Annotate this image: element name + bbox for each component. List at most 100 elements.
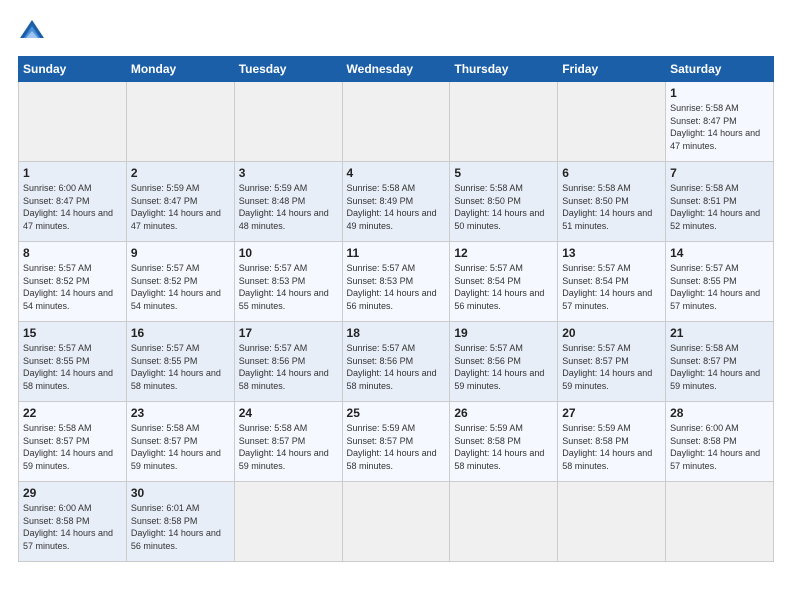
day-cell [234,82,342,162]
day-info: Sunrise: 5:59 AMSunset: 8:48 PMDaylight:… [239,182,338,232]
header-cell-friday: Friday [558,57,666,82]
day-number: 20 [562,326,661,340]
day-info: Sunrise: 5:57 AMSunset: 8:57 PMDaylight:… [562,342,661,392]
week-row-5: 29Sunrise: 6:00 AMSunset: 8:58 PMDayligh… [19,482,774,562]
day-info: Sunrise: 5:58 AMSunset: 8:50 PMDaylight:… [562,182,661,232]
day-number: 27 [562,406,661,420]
day-cell: 22 Sunrise: 5:58 AMSunset: 8:57 PMDayligh… [19,402,127,482]
day-info: Sunrise: 5:57 AMSunset: 8:53 PMDaylight:… [239,262,338,312]
day-cell [450,482,558,562]
day-info: Sunrise: 5:57 AMSunset: 8:54 PMDaylight:… [454,262,553,312]
day-cell: 25Sunrise: 5:59 AMSunset: 8:57 PMDayligh… [342,402,450,482]
day-info: Sunrise: 5:57 AMSunset: 8:52 PMDaylight:… [23,262,122,312]
day-info: Sunrise: 5:59 AMSunset: 8:58 PMDaylight:… [454,422,553,472]
day-cell: 28 Sunrise: 6:00 AMSunset: 8:58 PMDayligh… [666,402,774,482]
day-number: 8 [23,246,122,260]
day-cell: 29Sunrise: 6:00 AMSunset: 8:58 PMDayligh… [19,482,127,562]
week-row-3: 15 Sunrise: 5:57 AMSunset: 8:55 PMDayligh… [19,322,774,402]
day-info: Sunrise: 5:58 AMSunset: 8:47 PMDaylight:… [670,102,769,152]
day-info: Sunrise: 5:58 AMSunset: 8:50 PMDaylight:… [454,182,553,232]
day-number: 21 [670,326,769,340]
day-cell: 10 Sunrise: 5:57 AMSunset: 8:53 PMDayligh… [234,242,342,322]
day-info: Sunrise: 5:58 AMSunset: 8:51 PMDaylight:… [670,182,769,232]
logo [18,18,50,46]
day-number: 15 [23,326,122,340]
day-number: 12 [454,246,553,260]
day-number: 7 [670,166,769,180]
day-info: Sunrise: 5:59 AMSunset: 8:47 PMDaylight:… [131,182,230,232]
day-number: 25 [347,406,446,420]
day-info: Sunrise: 5:58 AMSunset: 8:57 PMDaylight:… [131,422,230,472]
day-info: Sunrise: 5:57 AMSunset: 8:55 PMDaylight:… [23,342,122,392]
header-cell-wednesday: Wednesday [342,57,450,82]
day-cell: 13Sunrise: 5:57 AMSunset: 8:54 PMDayligh… [558,242,666,322]
day-cell: 14 Sunrise: 5:57 AMSunset: 8:55 PMDayligh… [666,242,774,322]
calendar-page: SundayMondayTuesdayWednesdayThursdayFrid… [0,0,792,612]
day-cell: 17 Sunrise: 5:57 AMSunset: 8:56 PMDayligh… [234,322,342,402]
day-number: 26 [454,406,553,420]
day-cell: 15 Sunrise: 5:57 AMSunset: 8:55 PMDayligh… [19,322,127,402]
day-info: Sunrise: 6:00 AMSunset: 8:47 PMDaylight:… [23,182,122,232]
day-info: Sunrise: 6:00 AMSunset: 8:58 PMDaylight:… [670,422,769,472]
day-number: 16 [131,326,230,340]
day-cell: 16 Sunrise: 5:57 AMSunset: 8:55 PMDayligh… [126,322,234,402]
header-cell-sunday: Sunday [19,57,127,82]
day-cell: 20 Sunrise: 5:57 AMSunset: 8:57 PMDayligh… [558,322,666,402]
day-number: 22 [23,406,122,420]
day-info: Sunrise: 5:57 AMSunset: 8:55 PMDaylight:… [131,342,230,392]
calendar-table: SundayMondayTuesdayWednesdayThursdayFrid… [18,56,774,562]
day-cell: 11 Sunrise: 5:57 AMSunset: 8:53 PMDayligh… [342,242,450,322]
day-info: Sunrise: 5:57 AMSunset: 8:53 PMDaylight:… [347,262,446,312]
week-row-1: 1Sunrise: 6:00 AMSunset: 8:47 PMDaylight… [19,162,774,242]
day-cell: 9 Sunrise: 5:57 AMSunset: 8:52 PMDaylight… [126,242,234,322]
day-number: 6 [562,166,661,180]
day-info: Sunrise: 5:57 AMSunset: 8:54 PMDaylight:… [562,262,661,312]
day-info: Sunrise: 5:58 AMSunset: 8:57 PMDaylight:… [239,422,338,472]
day-number: 4 [347,166,446,180]
day-info: Sunrise: 6:01 AMSunset: 8:58 PMDaylight:… [131,502,230,552]
day-number: 9 [131,246,230,260]
day-cell: 24 Sunrise: 5:58 AMSunset: 8:57 PMDayligh… [234,402,342,482]
day-cell [342,482,450,562]
day-cell: 27Sunrise: 5:59 AMSunset: 8:58 PMDayligh… [558,402,666,482]
day-cell [342,82,450,162]
day-cell [558,482,666,562]
day-info: Sunrise: 5:58 AMSunset: 8:57 PMDaylight:… [23,422,122,472]
day-info: Sunrise: 5:57 AMSunset: 8:56 PMDaylight:… [239,342,338,392]
header-cell-monday: Monday [126,57,234,82]
day-cell: 7 Sunrise: 5:58 AMSunset: 8:51 PMDaylight… [666,162,774,242]
header-cell-thursday: Thursday [450,57,558,82]
day-cell [450,82,558,162]
header-cell-tuesday: Tuesday [234,57,342,82]
day-cell [126,82,234,162]
header-row: SundayMondayTuesdayWednesdayThursdayFrid… [19,57,774,82]
day-number: 30 [131,486,230,500]
day-cell [558,82,666,162]
day-cell: 18 Sunrise: 5:57 AMSunset: 8:56 PMDayligh… [342,322,450,402]
day-number: 10 [239,246,338,260]
day-number: 11 [347,246,446,260]
day-cell: 4Sunrise: 5:58 AMSunset: 8:49 PMDaylight… [342,162,450,242]
day-cell: 3Sunrise: 5:59 AMSunset: 8:48 PMDaylight… [234,162,342,242]
day-info: Sunrise: 5:57 AMSunset: 8:56 PMDaylight:… [347,342,446,392]
day-number: 28 [670,406,769,420]
day-cell: 8 Sunrise: 5:57 AMSunset: 8:52 PMDaylight… [19,242,127,322]
day-number: 14 [670,246,769,260]
day-cell: 23Sunrise: 5:58 AMSunset: 8:57 PMDayligh… [126,402,234,482]
day-number: 19 [454,326,553,340]
header [18,18,774,46]
day-cell [234,482,342,562]
day-cell: 30 Sunrise: 6:01 AMSunset: 8:58 PMDayligh… [126,482,234,562]
day-cell: 1Sunrise: 6:00 AMSunset: 8:47 PMDaylight… [19,162,127,242]
week-row-0: 1 Sunrise: 5:58 AMSunset: 8:47 PMDaylight… [19,82,774,162]
day-info: Sunrise: 5:57 AMSunset: 8:52 PMDaylight:… [131,262,230,312]
day-number: 24 [239,406,338,420]
day-cell [19,82,127,162]
day-number: 1 [670,86,769,100]
day-number: 2 [131,166,230,180]
day-number: 17 [239,326,338,340]
day-cell: 2 Sunrise: 5:59 AMSunset: 8:47 PMDaylight… [126,162,234,242]
day-info: Sunrise: 5:57 AMSunset: 8:55 PMDaylight:… [670,262,769,312]
day-info: Sunrise: 6:00 AMSunset: 8:58 PMDaylight:… [23,502,122,552]
day-number: 18 [347,326,446,340]
